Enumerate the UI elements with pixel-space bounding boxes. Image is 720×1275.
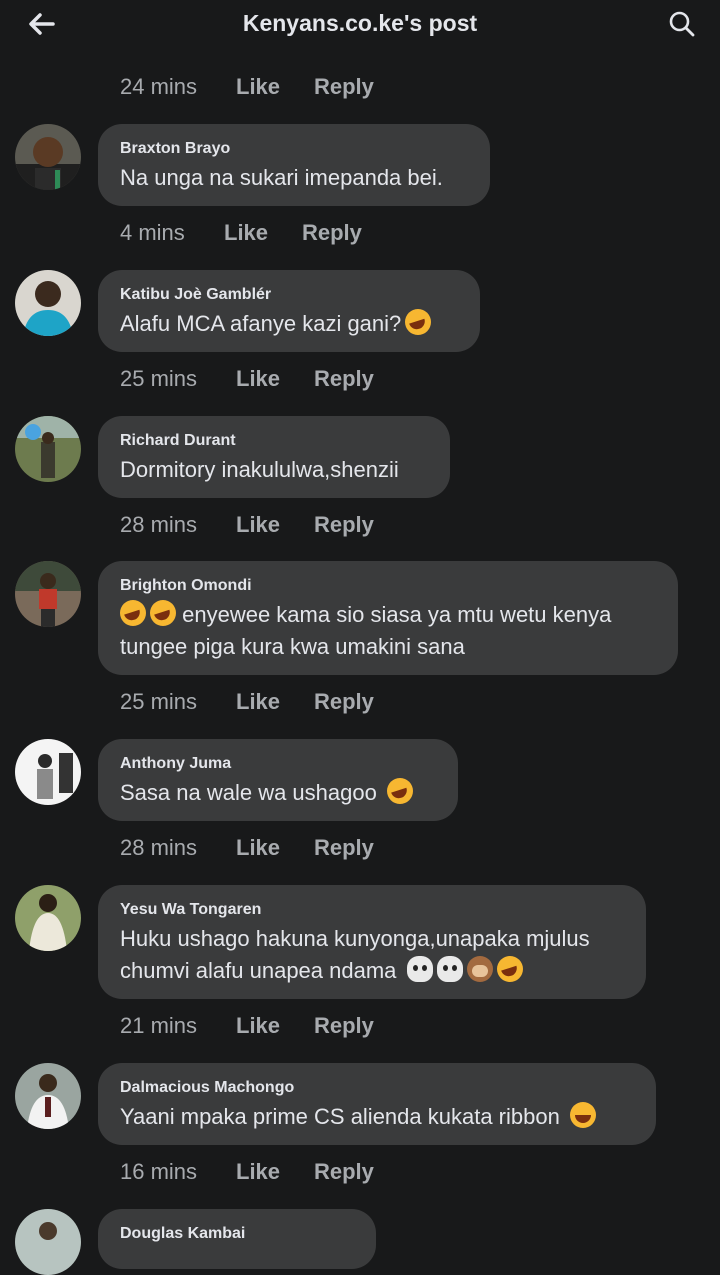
comment-author[interactable]: Douglas Kambai (120, 1223, 354, 1245)
like-button[interactable]: Like (236, 1159, 314, 1185)
comment-time: 21 mins (120, 1013, 198, 1038)
comment-time: 25 mins (120, 689, 198, 714)
comment-text: Huku ushago hakuna kunyonga,unapaka mjul… (120, 923, 624, 987)
comment-text: Dormitory inakululwa,shenzii (120, 454, 428, 486)
like-button[interactable]: Like (236, 74, 314, 100)
rolling-laughing-emoji-icon (150, 600, 176, 626)
reply-button[interactable]: Reply (314, 835, 374, 861)
avatar[interactable] (15, 1063, 81, 1129)
comment-text: Alafu MCA afanye kazi gani? (120, 308, 458, 340)
reply-button[interactable]: Reply (314, 1013, 374, 1039)
page-title: Kenyans.co.ke's post (242, 10, 478, 36)
comment-author[interactable]: Richard Durant (120, 430, 428, 452)
comment-actions: 28 mins Like Reply (120, 510, 374, 540)
comment-time: 25 mins (120, 366, 198, 391)
avatar[interactable] (15, 885, 81, 951)
comment-author[interactable]: Katibu Joè Gamblér (120, 284, 458, 306)
comment-actions: 24 mins Like Reply (120, 72, 374, 102)
comment-actions: 28 mins Like Reply (120, 833, 374, 863)
comment-bubble[interactable]: Braxton Brayo Na unga na sukari imepanda… (98, 124, 490, 206)
comment-text-line: enyewee kama sio siasa ya mtu wetu kenya (182, 602, 612, 627)
comment-bubble[interactable]: Douglas Kambai (98, 1209, 376, 1269)
comment-text-line: Yaani mpaka prime CS alienda kukata ribb… (120, 1104, 560, 1129)
comment-author[interactable]: Brighton Omondi (120, 575, 656, 597)
comment-actions: 21 mins Like Reply (120, 1011, 374, 1041)
comment-bubble[interactable]: Katibu Joè Gamblér Alafu MCA afanye kazi… (98, 270, 480, 352)
like-button[interactable]: Like (236, 1013, 314, 1039)
reply-button[interactable]: Reply (314, 689, 374, 715)
rolling-laughing-emoji-icon (386, 778, 413, 804)
avatar[interactable] (15, 1209, 81, 1275)
avatar[interactable] (15, 561, 81, 627)
comment-text-line: chumvi alafu unapea ndama (120, 958, 397, 983)
comment-actions: 25 mins Like Reply (120, 687, 374, 717)
like-button[interactable]: Like (224, 220, 302, 246)
comment-text-line: Alafu MCA afanye kazi gani? (120, 311, 402, 336)
comment-text: Na unga na sukari imepanda bei. (120, 162, 468, 194)
comment-bubble[interactable]: Yesu Wa Tongaren Huku ushago hakuna kuny… (98, 885, 646, 999)
comment-time: 24 mins (120, 74, 198, 99)
comment-actions: 4 mins Like Reply (120, 218, 362, 248)
avatar[interactable] (15, 416, 81, 482)
like-button[interactable]: Like (236, 835, 314, 861)
reply-button[interactable]: Reply (314, 74, 374, 100)
comment-time: 28 mins (120, 835, 198, 860)
search-icon (669, 11, 695, 37)
reply-button[interactable]: Reply (314, 1159, 374, 1185)
reply-button[interactable]: Reply (302, 220, 362, 246)
comment-text: Sasa na wale wa ushagoo (120, 777, 436, 809)
rolling-laughing-emoji-icon (405, 309, 432, 335)
reply-button[interactable]: Reply (314, 512, 374, 538)
comment-text-line: Sasa na wale wa ushagoo (120, 780, 377, 805)
rolling-laughing-emoji-icon (496, 956, 523, 982)
comment-bubble[interactable]: Anthony Juma Sasa na wale wa ushagoo (98, 739, 458, 821)
tears-of-joy-emoji-icon (569, 1102, 596, 1128)
comment-author[interactable]: Dalmacious Machongo (120, 1077, 634, 1099)
comment-time: 4 mins (120, 220, 185, 245)
comment-bubble[interactable]: Dalmacious Machongo Yaani mpaka prime CS… (98, 1063, 656, 1145)
comment-bubble[interactable]: Brighton Omondi enyewee kama sio siasa y… (98, 561, 678, 675)
reply-button[interactable]: Reply (314, 366, 374, 392)
see-no-evil-monkey-emoji-icon (466, 956, 493, 982)
comment-text-line: Huku ushago hakuna kunyonga,unapaka mjul… (120, 926, 590, 951)
search-button[interactable] (662, 6, 702, 42)
rolling-laughing-emoji-icon (120, 600, 146, 626)
avatar[interactable] (15, 739, 81, 805)
like-button[interactable]: Like (236, 512, 314, 538)
skull-emoji-icon (436, 956, 463, 982)
avatar[interactable] (15, 270, 81, 336)
comment-time: 16 mins (120, 1159, 198, 1184)
comment-author[interactable]: Braxton Brayo (120, 138, 468, 160)
like-button[interactable]: Like (236, 689, 314, 715)
like-button[interactable]: Like (236, 366, 314, 392)
comment-text-line: tungee piga kura kwa umakini sana (120, 634, 465, 659)
comment-actions: 25 mins Like Reply (120, 364, 374, 394)
comment-bubble[interactable]: Richard Durant Dormitory inakululwa,shen… (98, 416, 450, 498)
comment-text-line: Na unga na sukari imepanda bei. (120, 165, 443, 190)
comment-text-line: Dormitory inakululwa,shenzii (120, 457, 399, 482)
skull-emoji-icon (406, 956, 433, 982)
comment-time: 28 mins (120, 512, 198, 537)
comment-text: enyewee kama sio siasa ya mtu wetu kenya… (120, 599, 656, 663)
comment-actions: 16 mins Like Reply (120, 1157, 374, 1187)
comment-author[interactable]: Yesu Wa Tongaren (120, 899, 624, 921)
comment-author[interactable]: Anthony Juma (120, 753, 436, 775)
top-app-bar: Kenyans.co.ke's post (0, 0, 720, 50)
avatar[interactable] (15, 124, 81, 190)
comment-text: Yaani mpaka prime CS alienda kukata ribb… (120, 1101, 634, 1133)
